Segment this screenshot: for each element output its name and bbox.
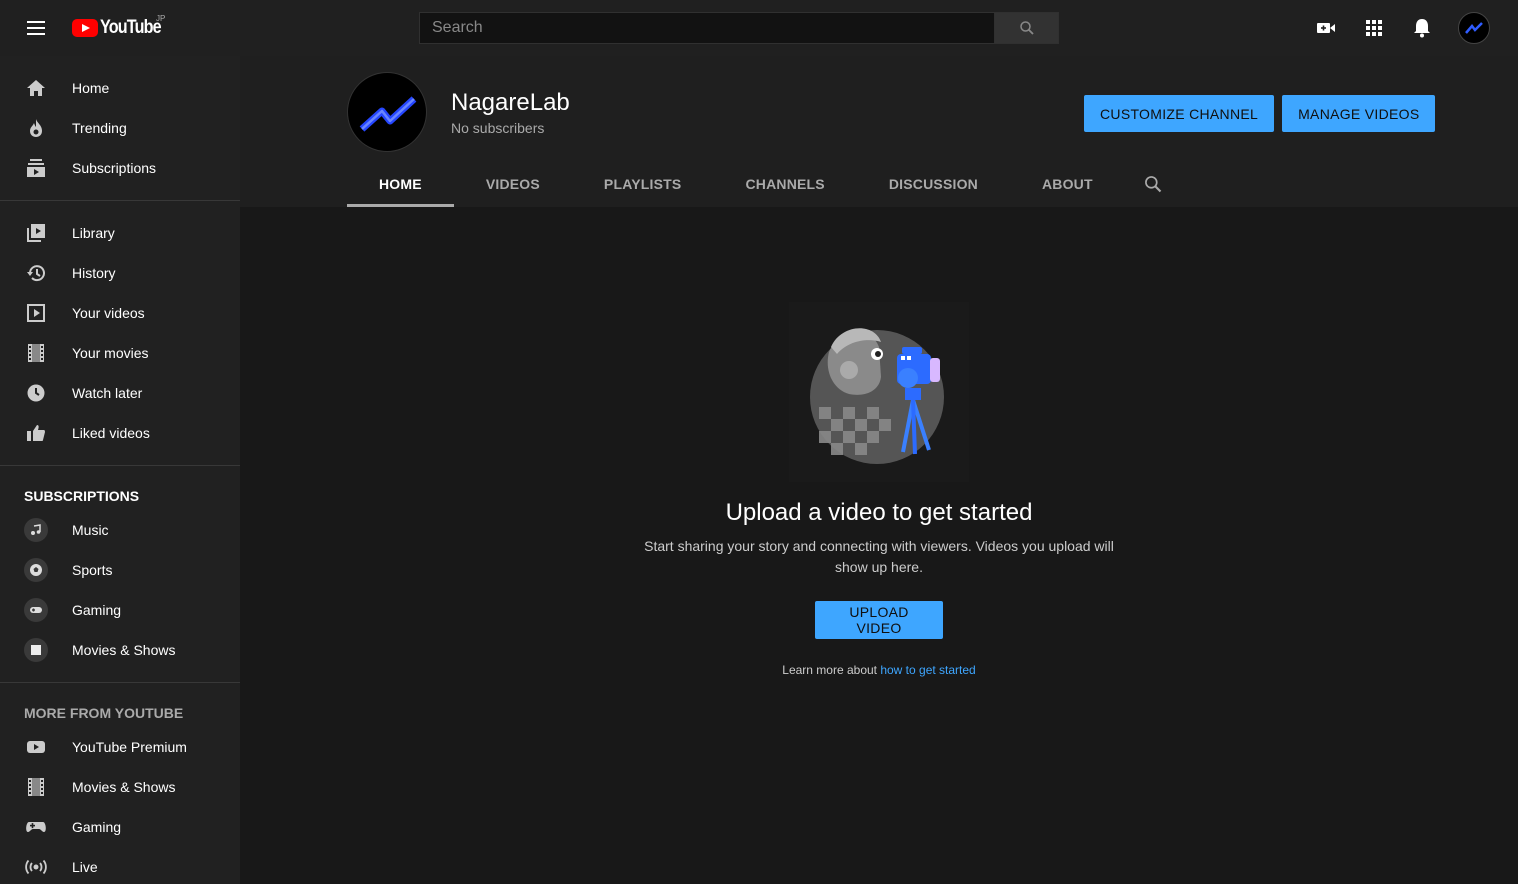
channel-tabs: HOME VIDEOS PLAYLISTS CHANNELS DISCUSSIO… [347,160,1181,207]
sidebar-main-section: Home Trending Subscriptions [0,56,240,201]
gamepad-icon [24,815,48,839]
youtube-logo[interactable]: YouTube JP [72,14,171,40]
upload-video-button[interactable]: UPLOAD VIDEO [815,601,943,639]
sidebar-item-label: Your movies [72,345,149,361]
youtube-premium-icon [24,735,48,759]
sidebar-item-label: Gaming [72,819,122,835]
movies-icon [24,638,48,662]
your-videos-icon [24,301,48,325]
sidebar-item-gaming[interactable]: Gaming [0,590,240,630]
sidebar-item-label: History [72,265,116,281]
sidebar-item-watch-later[interactable]: Watch later [0,373,240,413]
sidebar-item-label: Trending [72,120,127,136]
sidebar-item-subscriptions[interactable]: Subscriptions [0,148,240,188]
search-icon [1019,21,1034,35]
live-icon [24,855,48,879]
sidebar-item-label: Live [72,859,98,875]
thumbs-up-icon [24,421,48,445]
more-from-youtube-header: MORE FROM YOUTUBE [24,705,184,721]
tab-videos[interactable]: VIDEOS [454,160,572,207]
sidebar-item-sports[interactable]: Sports [0,550,240,590]
film-icon [24,341,48,365]
gamepad-icon [24,598,48,622]
account-avatar[interactable] [1458,12,1490,44]
library-icon [24,221,48,245]
sidebar-item-label: Subscriptions [72,160,157,176]
search-button[interactable] [994,12,1059,44]
sidebar-item-label: YouTube Premium [72,739,187,755]
sidebar-item-label: Sports [72,562,113,578]
sidebar-item-label: Your videos [72,305,145,321]
search-input[interactable] [419,12,994,44]
sidebar-item-label: Liked videos [72,425,150,441]
subscriber-count: No subscribers [451,120,545,136]
sidebar-item-trending[interactable]: Trending [0,108,240,148]
tab-home[interactable]: HOME [347,160,454,207]
channel-avatar[interactable] [347,72,427,152]
sidebar-item-label: Music [72,522,109,538]
manage-videos-button[interactable]: MANAGE VIDEOS [1282,95,1436,132]
clock-icon [24,381,48,405]
camera-operator-illustration [789,302,969,482]
logo-region: JP [156,14,166,23]
sidebar-item-label: Gaming [72,602,122,618]
tab-discussion[interactable]: DISCUSSION [857,160,1010,207]
tab-playlists[interactable]: PLAYLISTS [572,160,714,207]
sidebar-subscriptions-section: SUBSCRIPTIONS Music Sports Gaming Movies… [0,466,240,683]
notifications-bell-icon[interactable] [1402,8,1442,48]
channel-actions: CUSTOMIZE CHANNEL MANAGE VIDEOS [1084,95,1436,132]
sidebar-item-your-movies[interactable]: Your movies [0,333,240,373]
music-note-icon [24,518,48,542]
customize-channel-button[interactable]: CUSTOMIZE CHANNEL [1084,95,1275,132]
flame-icon [24,116,48,140]
top-bar: YouTube JP [0,0,1518,56]
film-icon [24,775,48,799]
tab-about[interactable]: ABOUT [1010,160,1125,207]
sidebar-item-more-movies-shows[interactable]: Movies & Shows [0,767,240,807]
subscriptions-icon [24,156,48,180]
sports-ball-icon [24,558,48,582]
tab-channels[interactable]: CHANNELS [713,160,856,207]
sidebar-more-section: MORE FROM YOUTUBE YouTube Premium Movies… [0,683,240,884]
channel-header: NagareLab No subscribers CUSTOMIZE CHANN… [240,56,1518,207]
sidebar-item-home[interactable]: Home [0,68,240,108]
sidebar-item-label: Movies & Shows [72,779,176,795]
sidebar-item-your-videos[interactable]: Your videos [0,293,240,333]
sidebar-item-label: Library [72,225,115,241]
channel-search-icon[interactable] [1125,160,1181,207]
sidebar-item-liked-videos[interactable]: Liked videos [0,413,240,453]
sidebar-item-library[interactable]: Library [0,213,240,253]
sidebar-item-youtube-premium[interactable]: YouTube Premium [0,727,240,767]
empty-state-description: Start sharing your story and connecting … [644,538,1114,575]
search-bar [419,12,1059,44]
logo-text: YouTube [100,17,162,38]
youtube-play-icon [72,19,98,37]
sidebar-library-section: Library History Your videos Your movies … [0,201,240,466]
channel-name: NagareLab [451,89,570,116]
how-to-get-started-link[interactable]: how to get started [880,663,975,677]
history-icon [24,261,48,285]
subscriptions-header: SUBSCRIPTIONS [24,488,140,504]
sidebar-item-label: Movies & Shows [72,642,176,658]
sidebar-item-label: Home [72,80,110,96]
sidebar-item-history[interactable]: History [0,253,240,293]
apps-grid-icon[interactable] [1354,8,1394,48]
create-video-icon[interactable] [1306,8,1346,48]
empty-state: Upload a video to get started Start shar… [240,207,1518,884]
sidebar-item-movies-shows[interactable]: Movies & Shows [0,630,240,670]
empty-state-title: Upload a video to get started [725,499,1033,526]
hamburger-menu-icon[interactable] [16,12,56,44]
top-actions [1298,8,1490,48]
home-icon [24,76,48,100]
sidebar-item-more-gaming[interactable]: Gaming [0,807,240,847]
learn-more-text: Learn more about how to get started [240,663,1518,677]
sidebar-item-music[interactable]: Music [0,510,240,550]
sidebar-item-live[interactable]: Live [0,847,240,884]
sidebar-item-label: Watch later [72,385,143,401]
learn-more-prefix: Learn more about [782,663,881,677]
sidebar: Home Trending Subscriptions Library Hist… [0,56,240,884]
